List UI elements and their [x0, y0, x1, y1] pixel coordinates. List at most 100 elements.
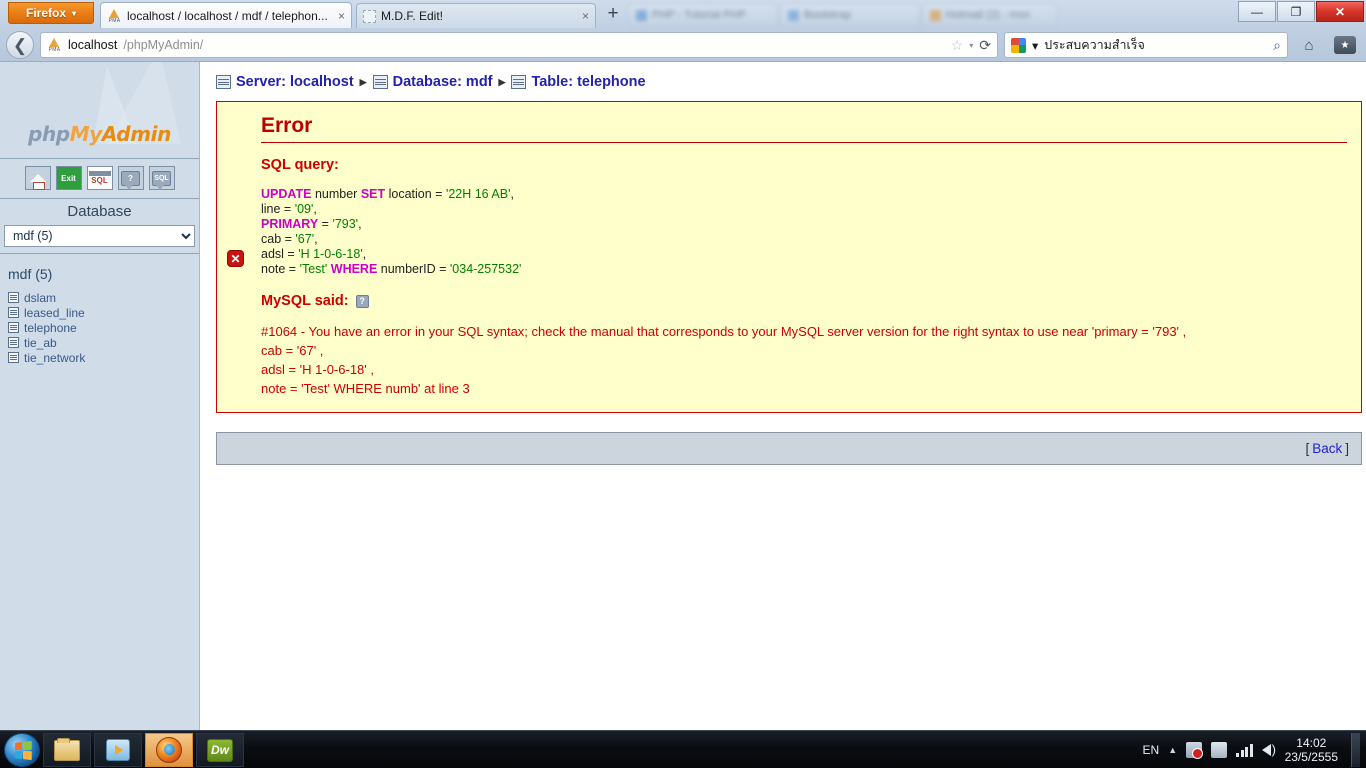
- home-icon[interactable]: [24, 166, 51, 190]
- address-bar[interactable]: PMA localhost/phpMyAdmin/ ☆ ▾ ⟳: [40, 32, 998, 58]
- google-icon: [1011, 37, 1026, 53]
- sql-token: UPDATE: [261, 187, 312, 201]
- sql-window-icon[interactable]: SQL: [86, 166, 113, 190]
- tab-mdf-edit[interactable]: M.D.F. Edit! ×: [356, 3, 596, 28]
- taskbar-item-explorer[interactable]: [43, 733, 91, 767]
- taskbar-items: Dw: [4, 733, 244, 767]
- window-controls: — ❐ ✕: [1238, 1, 1364, 22]
- sql-token: line =: [261, 202, 295, 216]
- list-item[interactable]: tie_network: [8, 350, 199, 365]
- new-tab-button[interactable]: +: [602, 4, 624, 26]
- sql-token: '09': [294, 202, 314, 216]
- sql-query-heading: SQL query:: [261, 157, 339, 173]
- sql-token: ,: [314, 232, 318, 246]
- system-tray: EN ▲ 14:02 23/5/2555: [1143, 731, 1360, 768]
- bracket-close: ]: [1345, 441, 1349, 456]
- tab-title: M.D.F. Edit!: [381, 9, 444, 23]
- tab-title: Hotmail (2) - msn: [946, 9, 1031, 21]
- firefox-menu-button[interactable]: Firefox ▾: [8, 2, 94, 24]
- sql-token: WHERE: [330, 262, 378, 276]
- close-icon[interactable]: ×: [582, 9, 589, 23]
- minimize-button[interactable]: —: [1238, 1, 1276, 22]
- list-item[interactable]: PHP - Tutorial PHP: [628, 3, 778, 27]
- reload-icon[interactable]: ⟳: [979, 37, 991, 54]
- taskbar-item-firefox[interactable]: [145, 733, 193, 767]
- list-item[interactable]: Hotmail (2) - msn: [922, 3, 1058, 27]
- sql-token: 'Test': [299, 262, 328, 276]
- sql-token: '793': [332, 217, 359, 231]
- sql-token: =: [318, 217, 333, 231]
- chevron-down-icon: ▾: [72, 8, 77, 18]
- sql-token: ,: [362, 247, 367, 261]
- volume-icon[interactable]: [1261, 742, 1276, 757]
- sql-token: ,: [510, 187, 514, 201]
- breadcrumb-server[interactable]: Server: localhost: [216, 74, 354, 90]
- question-bubble: ?: [121, 170, 140, 190]
- table-name[interactable]: dslam: [24, 291, 56, 305]
- table-icon: [8, 322, 19, 333]
- tab-phpmyadmin[interactable]: PMA localhost / localhost / mdf / teleph…: [100, 2, 352, 28]
- logo-my: My: [69, 122, 103, 146]
- maximize-button[interactable]: ❐: [1277, 1, 1315, 22]
- search-icon[interactable]: ⌕: [1273, 37, 1281, 54]
- url-host: localhost: [68, 38, 118, 52]
- phpmyadmin-favicon: PMA: [107, 8, 122, 24]
- home-button[interactable]: ⌂: [1294, 31, 1324, 59]
- help-icon[interactable]: ?: [355, 294, 369, 308]
- breadcrumb-table[interactable]: Table: telephone: [511, 74, 646, 90]
- close-icon[interactable]: ×: [338, 9, 345, 23]
- divider: [261, 142, 1347, 143]
- sql-token: SET: [360, 187, 386, 201]
- mysql-said-label: MySQL said:: [261, 293, 349, 309]
- bookmarks-button[interactable]: ★: [1330, 31, 1360, 59]
- error-message-line: #1064 - You have an error in your SQL sy…: [261, 324, 1187, 339]
- show-desktop-button[interactable]: [1351, 733, 1360, 767]
- breadcrumb-database[interactable]: Database: mdf: [372, 74, 493, 90]
- table-name[interactable]: tie_network: [24, 351, 85, 365]
- phpmyadmin-logo[interactable]: phpMyAdmin: [0, 122, 199, 146]
- list-item[interactable]: dslam: [8, 290, 199, 305]
- close-button[interactable]: ✕: [1316, 1, 1364, 22]
- taskbar-item-media-player[interactable]: [94, 733, 142, 767]
- error-panel: ✕ Error SQL query: UPDATE number SET loc…: [216, 101, 1362, 413]
- list-item[interactable]: telephone: [8, 320, 199, 335]
- back-link[interactable]: Back: [1312, 441, 1342, 456]
- bookmark-star-icon[interactable]: ☆: [951, 37, 964, 54]
- sql-token: ,: [313, 202, 317, 216]
- documentation-icon[interactable]: ?: [117, 166, 144, 190]
- chevron-down-icon[interactable]: ▾: [969, 41, 973, 50]
- table-icon: [8, 292, 19, 303]
- list-item[interactable]: tie_ab: [8, 335, 199, 350]
- search-bar[interactable]: ▾ ประสบความสำเร็จ ⌕: [1004, 32, 1288, 58]
- error-message-line: adsl = 'H 1-0-6-18' ,: [261, 362, 374, 377]
- show-hidden-icons-button[interactable]: ▲: [1168, 745, 1177, 755]
- search-input[interactable]: ประสบความสำเร็จ: [1044, 35, 1267, 55]
- back-button[interactable]: ❮: [6, 31, 34, 59]
- start-button[interactable]: [4, 733, 40, 767]
- list-item[interactable]: Bootstrap: [780, 3, 920, 27]
- table-name[interactable]: leased_line: [24, 306, 85, 320]
- table-name[interactable]: telephone: [24, 321, 77, 335]
- signal-strength-icon[interactable]: [1236, 743, 1253, 757]
- tab-strip: Firefox ▾ PMA localhost / localhost / md…: [0, 0, 1366, 28]
- database-select-wrap: mdf (5): [0, 225, 199, 253]
- sql-help-icon[interactable]: SQL: [148, 166, 175, 190]
- sql-line: UPDATE number SET location = '22H 16 AB'…: [261, 187, 1347, 202]
- taskbar-item-dreamweaver[interactable]: Dw: [196, 733, 244, 767]
- sql-token: note =: [261, 262, 300, 276]
- network-status-icon[interactable]: [1186, 742, 1204, 759]
- exit-icon[interactable]: Exit: [55, 166, 82, 190]
- mysql-said-heading: MySQL said: ?: [261, 293, 1347, 309]
- database-select[interactable]: mdf (5): [4, 225, 195, 247]
- action-center-icon[interactable]: [1211, 742, 1228, 758]
- sql-token: 'H 1-0-6-18': [298, 247, 363, 261]
- list-item[interactable]: leased_line: [8, 305, 199, 320]
- clock[interactable]: 14:02 23/5/2555: [1285, 736, 1342, 764]
- error-title: Error: [261, 114, 313, 137]
- chevron-down-icon[interactable]: ▾: [1032, 38, 1038, 53]
- page-icon: [636, 9, 647, 21]
- language-indicator[interactable]: EN: [1143, 743, 1160, 757]
- main-content: Server: localhost ▶ Database: mdf ▶ Tabl…: [200, 62, 1366, 730]
- table-name[interactable]: tie_ab: [24, 336, 57, 350]
- table-icon: [8, 307, 19, 318]
